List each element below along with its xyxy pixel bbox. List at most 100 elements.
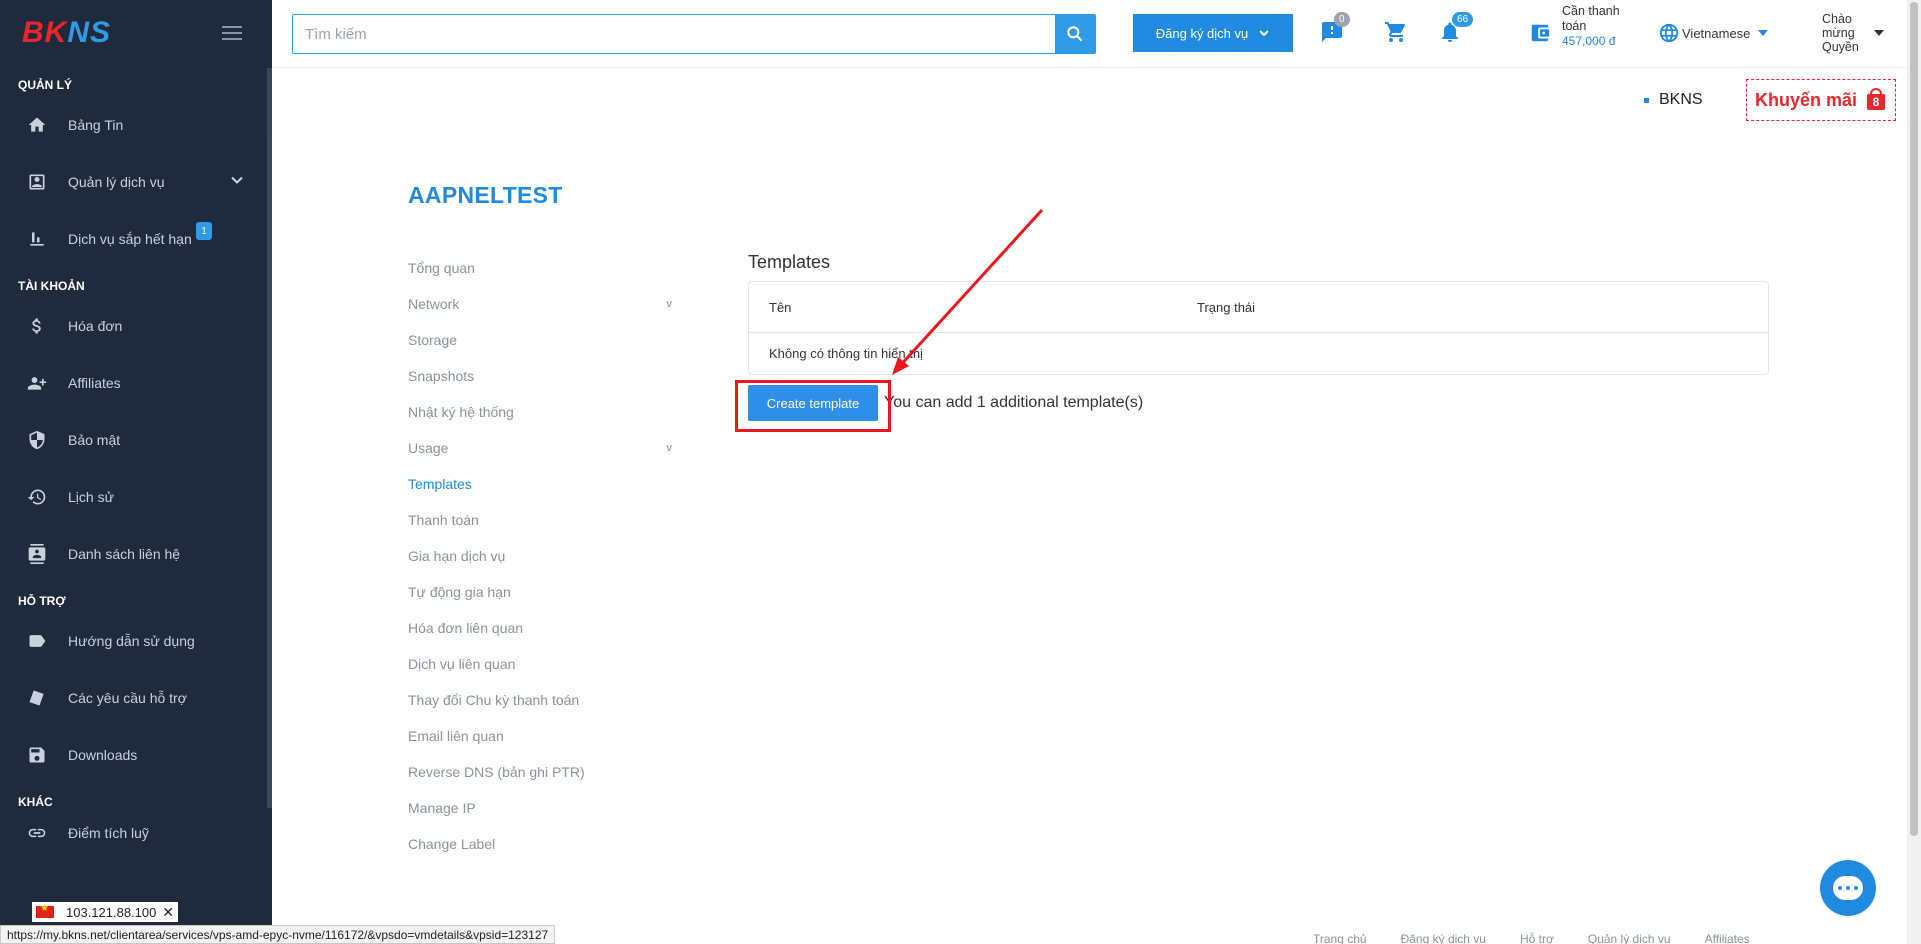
sidebar-item-label: Dịch vụ sắp hết hạn [68,230,192,247]
highlight-box [735,380,891,432]
nav-item-label: Change Label [408,836,496,852]
search-input[interactable] [293,15,1055,53]
sidebar-item-label: Bảo mật [68,431,121,448]
bar-chart-icon [26,228,48,250]
sidebar-item-dashboard[interactable]: Bảng Tin [0,96,272,153]
search-box [292,14,1096,54]
sidebar-item-affiliates[interactable]: Affiliates [0,354,272,411]
footer-link-support[interactable]: Hỗ trợ [1520,932,1554,944]
service-nav: Tổng quan Network v Storage Snapshots Nhậ… [408,250,678,862]
ticker-text: BKNS [1659,91,1703,108]
sidebar-item-history[interactable]: Lịch sử [0,468,272,525]
register-service-button[interactable]: Đăng ký dịch vụ [1133,14,1293,52]
footer-link-home[interactable]: Trang chủ [1313,932,1367,944]
nav-change-label[interactable]: Change Label [408,826,678,862]
nav-auto-renew[interactable]: Tự động gia hạn [408,574,678,610]
footer-link-affiliates[interactable]: Affiliates [1705,932,1750,944]
sidebar: BK NS QUẢN LÝ Bảng Tin Quản lý dịch vụ Dị… [0,0,272,944]
section-title: Templates [748,252,831,272]
menu-toggle-icon[interactable] [222,26,242,40]
template-actions: Create template You can add 1 additional… [748,385,1769,421]
expiring-count-badge: 1 [196,222,212,240]
promotions-count: 8 [1867,94,1885,110]
page-title: AAPNELTEST [408,182,563,208]
bkns-logo[interactable]: BK NS [22,16,111,50]
wallet-balance[interactable]: Cần thanh toán 457,000 đ [1562,4,1642,49]
nav-snapshots[interactable]: Snapshots [408,358,678,394]
nav-item-label: Thanh toán [408,512,479,528]
shield-icon [26,429,48,451]
search-button[interactable] [1055,15,1095,53]
nav-related-emails[interactable]: Email liên quan [408,718,678,754]
home-icon [26,114,48,136]
sidebar-item-expiring-services[interactable]: Dịch vụ sắp hết hạn 1 [0,210,272,267]
nav-manage-ip[interactable]: Manage IP [408,790,678,826]
ticket-icon [26,687,48,709]
cart-icon [1385,22,1406,42]
close-icon[interactable]: ✕ [162,904,174,921]
sidebar-section-title: TÀI KHOẢN [18,279,85,293]
label-icon [26,630,48,652]
expand-icon[interactable]: v [667,298,673,310]
bullet-icon [1644,97,1649,103]
sidebar-item-label: Hướng dẫn sử dụng [68,632,195,649]
nav-item-label: Manage IP [408,800,476,816]
nav-item-label: Tổng quan [408,260,475,276]
news-ticker[interactable]: BKNS [1644,91,1708,109]
nav-usage[interactable]: Usage v [408,430,678,466]
sidebar-item-reward-points[interactable]: Điểm tích luỹ [0,813,272,853]
nav-item-label: Network [408,296,460,312]
nav-payment[interactable]: Thanh toán [408,502,678,538]
nav-item-label: Email liên quan [408,728,504,744]
wallet-amount: 457,000 đ [1562,34,1616,48]
save-icon [26,744,48,766]
nav-item-label: Reverse DNS (bản ghi PTR) [408,764,585,780]
nav-item-label: Nhật ký hệ thống [408,404,514,420]
nav-storage[interactable]: Storage [408,322,678,358]
footer-links: Trang chủ Đăng ký dịch vụ Hỗ trợ Quản lý… [1313,932,1750,944]
sidebar-item-downloads[interactable]: Downloads [0,726,272,783]
messages-badge: 0 [1334,12,1350,27]
nav-related-services[interactable]: Dịch vụ liên quan [408,646,678,682]
cart-button[interactable] [1384,20,1410,46]
sidebar-item-security[interactable]: Bảo mật [0,411,272,468]
sidebar-item-label: Lịch sử [68,488,114,505]
nav-related-invoices[interactable]: Hóa đơn liên quan [408,610,678,646]
wallet-icon[interactable] [1529,22,1551,49]
nav-reverse-dns[interactable]: Reverse DNS (bản ghi PTR) [408,754,678,790]
scrollbar-thumb[interactable] [1910,2,1918,836]
nav-item-label: Templates [408,476,472,492]
nav-renew-service[interactable]: Gia hạn dịch vụ [408,538,678,574]
sidebar-item-invoices[interactable]: Hóa đơn [0,297,272,354]
sidebar-item-support-requests[interactable]: Các yêu cầu hỗ trợ [0,669,272,726]
messages-button[interactable]: 0 [1320,12,1350,46]
sidebar-item-service-management[interactable]: Quản lý dịch vụ [0,153,272,210]
template-quota-note: You can add 1 additional template(s) [884,394,1144,411]
nav-change-billing-cycle[interactable]: Thay đổi Chu kỳ thanh toán [408,682,678,718]
templates-panel: Templates Tên Trạng thái Không có thông … [748,252,1769,421]
sidebar-section-title: QUẢN LÝ [18,78,72,92]
chevron-down-icon[interactable] [230,173,244,190]
chat-button[interactable] [1820,860,1876,916]
notifications-button[interactable]: 66 [1438,12,1474,46]
nav-overview[interactable]: Tổng quan [408,250,678,286]
promotions-button[interactable]: Khuyến mãi 8 [1746,79,1896,121]
sidebar-item-contacts[interactable]: Danh sách liên hệ [0,525,272,582]
footer-link-register[interactable]: Đăng ký dịch vụ [1401,932,1486,944]
language-selector[interactable]: Vietnamese [1658,22,1769,44]
footer-link-services[interactable]: Quản lý dịch vụ [1588,932,1671,944]
link-icon [26,822,48,844]
expand-icon[interactable]: v [667,442,673,454]
contacts-icon [26,543,48,565]
nav-system-log[interactable]: Nhật ký hệ thống [408,394,678,430]
vietnam-flag-icon [36,903,54,918]
user-menu[interactable]: Chào mừng Quyền [1822,12,1902,54]
nav-templates[interactable]: Templates [408,466,678,502]
nav-item-label: Usage [408,440,449,456]
sidebar-item-label: Điểm tích luỹ [68,825,149,841]
page-scrollbar[interactable] [1907,0,1921,944]
dollar-icon [26,315,48,337]
sidebar-item-user-guide[interactable]: Hướng dẫn sử dụng [0,612,272,669]
nav-network[interactable]: Network v [408,286,678,322]
topbar: Đăng ký dịch vụ 0 66 Cần thanh toán 457,… [272,0,1921,68]
